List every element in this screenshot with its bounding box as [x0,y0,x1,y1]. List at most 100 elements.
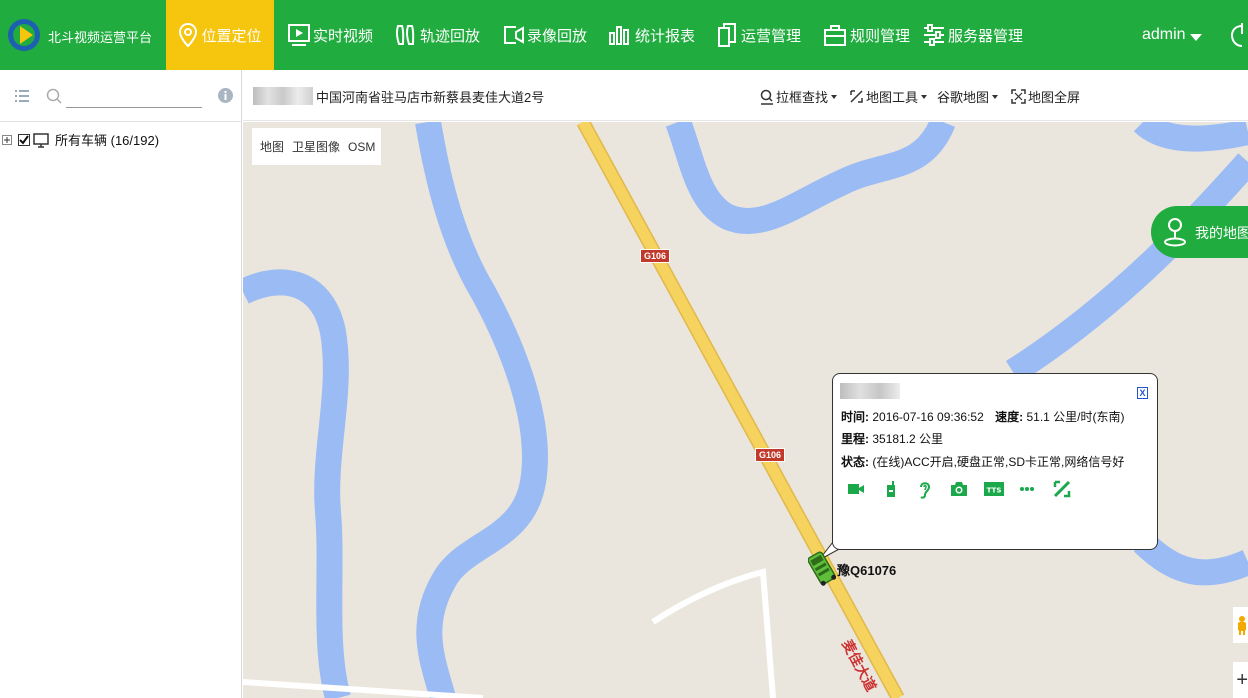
map-tools-dropdown[interactable]: 地图工具 [849,87,928,106]
power-icon[interactable] [1230,20,1248,50]
nav-location[interactable]: 位置定位 [166,0,274,70]
logo-icon [8,19,40,51]
briefcase-icon [824,25,846,46]
google-map-dropdown[interactable]: 谷歌地图 [937,87,999,106]
close-button[interactable]: X [1137,387,1148,399]
video-camera-icon[interactable] [847,480,865,498]
camera-icon[interactable] [950,480,968,498]
tree-root-label: 所有车辆 (16/192) [55,133,160,148]
redacted-plate [253,87,313,105]
tool-label: 地图全屏 [1028,90,1081,105]
sidebar: 所有车辆 (16/192) [0,70,242,698]
nav-realtime-video[interactable]: 实时视频 [288,0,373,70]
play-screen-icon [288,24,310,46]
redacted-vehicle-name [840,383,900,399]
tree-node-all-vehicles[interactable]: 所有车辆 (16/192) [2,130,159,149]
person-pin-icon [1164,218,1186,247]
expand-icon[interactable] [2,134,12,145]
monitor-icon [33,132,49,148]
river [665,122,956,234]
current-address: 中国河南省驻马店市新蔡县麦佳大道2号 [316,90,545,105]
river [243,269,351,698]
mileage-value: 35181.2 公里 [872,432,944,446]
mileage-label: 里程: [841,432,869,446]
nav-server[interactable]: 服务器管理 [923,0,1023,70]
sliders-icon [924,24,944,46]
road-badge: G106 [755,448,786,462]
time-row: 时间: 2016-07-16 09:36:52 速度: 51.1 公里/时(东南… [841,408,1125,425]
magnifier-icon [760,89,773,105]
walkie-talkie-icon[interactable] [883,480,899,498]
fullscreen-button[interactable]: 地图全屏 [1011,87,1080,106]
search-icon[interactable] [46,88,62,104]
svg-text:TTS: TTS [987,487,1002,495]
map-type-switcher: 地图 卫星图像 OSM [252,128,381,165]
speed-label: 速度: [995,410,1024,424]
more-icon[interactable] [1019,480,1035,498]
vehicle-search-input[interactable] [66,86,202,108]
nav-label: 统计报表 [635,27,696,45]
nav-track-playback[interactable]: 轨迹回放 [395,0,480,70]
caret-down-icon [921,94,928,99]
location-pin-icon [179,22,198,48]
map-toolbar: 中国河南省驻马店市新蔡县麦佳大道2号 拉框查找 地图工具 谷歌地图 地图全屏 [243,70,1248,121]
vehicle-info-popup: X 时间: 2016-07-16 09:36:52 速度: 51.1 公里/时(… [832,373,1158,550]
chevron-down-icon[interactable] [1190,34,1202,41]
river [1133,532,1248,586]
zoom-in-button[interactable]: + [1233,662,1248,698]
my-map-label: 我的地图 [1195,225,1248,241]
tts-icon[interactable]: TTS [984,480,1004,498]
minor-road [651,568,776,698]
video-replay-icon [504,26,524,44]
tools-icon[interactable] [1053,480,1071,498]
nav-statistics[interactable]: 统计报表 [608,0,695,70]
map-type-road[interactable]: 地图 [260,138,284,155]
map-type-osm[interactable]: OSM [348,140,375,154]
road-badge: G106 [640,249,671,263]
my-map-button[interactable]: 我的地图 [1151,206,1248,258]
river [1006,153,1248,383]
status-label: 状态: [841,455,869,469]
nav-label: 服务器管理 [948,27,1024,45]
box-search-dropdown[interactable]: 拉框查找 [760,87,838,106]
info-icon[interactable] [218,88,233,103]
ruler-tools-icon [850,90,863,103]
caret-down-icon [831,94,838,99]
status-row: 状态: (在线)ACC开启,硬盘正常,SD卡正常,网络信号好 [841,453,1124,470]
nav-rules[interactable]: 规则管理 [823,0,910,70]
list-icon[interactable] [15,90,29,102]
nav-label: 运营管理 [741,27,802,45]
nav-operation[interactable]: 运营管理 [716,0,801,70]
mileage-row: 里程: 35181.2 公里 [841,430,943,447]
user-menu[interactable]: admin [1142,26,1186,44]
river [415,122,548,698]
sidebar-toolbar [0,70,242,122]
street-view-pegman-icon[interactable] [1233,607,1248,643]
checkbox-checked-icon[interactable] [18,133,30,146]
river [1133,122,1248,152]
time-value: 2016-07-16 09:36:52 [872,410,984,424]
fullscreen-icon [1011,89,1026,104]
footprint-icon [395,25,415,45]
vehicle-plate-label: 豫Q61076 [837,563,897,578]
top-navbar: 北斗视频运营平台 位置定位 实时视频 轨迹回放 录像回放 统计报表 运营管理 规… [0,0,1248,70]
caret-down-icon [992,94,999,99]
listen-ear-icon[interactable] [917,480,933,500]
nav-label: 实时视频 [313,27,374,45]
nav-label: 录像回放 [527,27,588,45]
speed-value: 51.1 公里/时(东南) [1026,410,1125,424]
nav-label: 位置定位 [201,27,262,45]
tool-label: 谷歌地图 [937,90,990,105]
document-icon [718,23,736,47]
status-value: (在线)ACC开启,硬盘正常,SD卡正常,网络信号好 [872,455,1125,469]
time-label: 时间: [841,410,869,424]
brand-title: 北斗视频运营平台 [48,30,153,45]
nav-label: 规则管理 [850,27,911,45]
vehicle-bus-icon[interactable] [808,550,836,588]
tool-label: 拉框查找 [776,90,829,105]
nav-video-playback[interactable]: 录像回放 [502,0,587,70]
map-canvas[interactable]: G106 G106 麦佳大道 地图 卫星图像 OSM 我的地图 X 时间: 20… [243,122,1248,698]
tool-label: 地图工具 [866,90,919,105]
map-type-satellite[interactable]: 卫星图像 [292,138,340,155]
bar-chart-icon [609,26,629,45]
